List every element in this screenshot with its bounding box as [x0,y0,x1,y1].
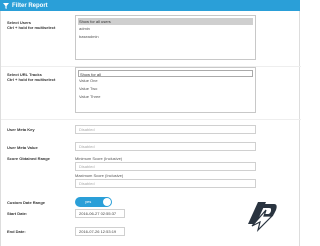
filter-panel: Select Users Ctrl + hold for multiselect… [0,11,301,246]
brand-logo [248,202,277,232]
select-users-option[interactable]: baseadmin [76,33,255,41]
select-users-option[interactable]: admin [76,25,255,33]
max-score-input[interactable]: Disabled [75,179,256,188]
end-date-input[interactable]: 2016-07-26 12:53:19 [75,227,125,236]
user-meta-value-input[interactable]: Disabled [75,142,256,151]
select-users-option[interactable]: Show for all users [78,18,253,25]
divider [1,119,301,120]
max-score-caption: Maximum Score (Inclusive) [75,173,124,178]
filter-report-header[interactable]: Filter Report [0,0,300,11]
url-track-option[interactable]: Value Three [76,93,255,101]
user-meta-key-label: User Meta Key [7,127,35,132]
end-date-label: End Date: [7,229,26,234]
toggle-knob[interactable] [103,198,111,206]
user-meta-value-label: User Meta Value [7,145,38,150]
score-range-label: Score Obtained Range [7,156,50,161]
select-users-listbox[interactable]: Show for all users admin baseadmin [75,15,256,60]
header-title: Filter Report [12,2,48,9]
url-track-option[interactable]: Value Two [76,85,255,93]
toggle-text: yes [85,199,92,204]
start-date-input[interactable]: 2016-06-27 02:55:37 [75,209,125,218]
select-url-tracks-hint: Ctrl + hold for multiselect [7,77,56,82]
select-url-tracks-listbox[interactable]: Show for all Value One Value Two Value T… [75,67,256,113]
min-score-caption: Minimum Score (Inclusive) [75,156,123,161]
start-date-label: Start Date: [7,211,28,216]
custom-date-range-toggle[interactable]: yes [75,197,112,207]
select-url-tracks-label: Select URL Tracks Ctrl + hold for multis… [7,72,55,82]
select-users-label: Select Users Ctrl + hold for multiselect [7,20,55,30]
custom-date-range-label: Custom Date Range [7,200,46,205]
url-track-option[interactable]: Value One [76,77,255,85]
user-meta-key-input[interactable]: Disabled [75,125,256,134]
min-score-input[interactable]: Disabled [75,162,256,171]
funnel-icon [3,2,9,9]
select-users-hint: Ctrl + hold for multiselect [7,25,56,30]
url-track-option[interactable]: Show for all [78,70,253,77]
